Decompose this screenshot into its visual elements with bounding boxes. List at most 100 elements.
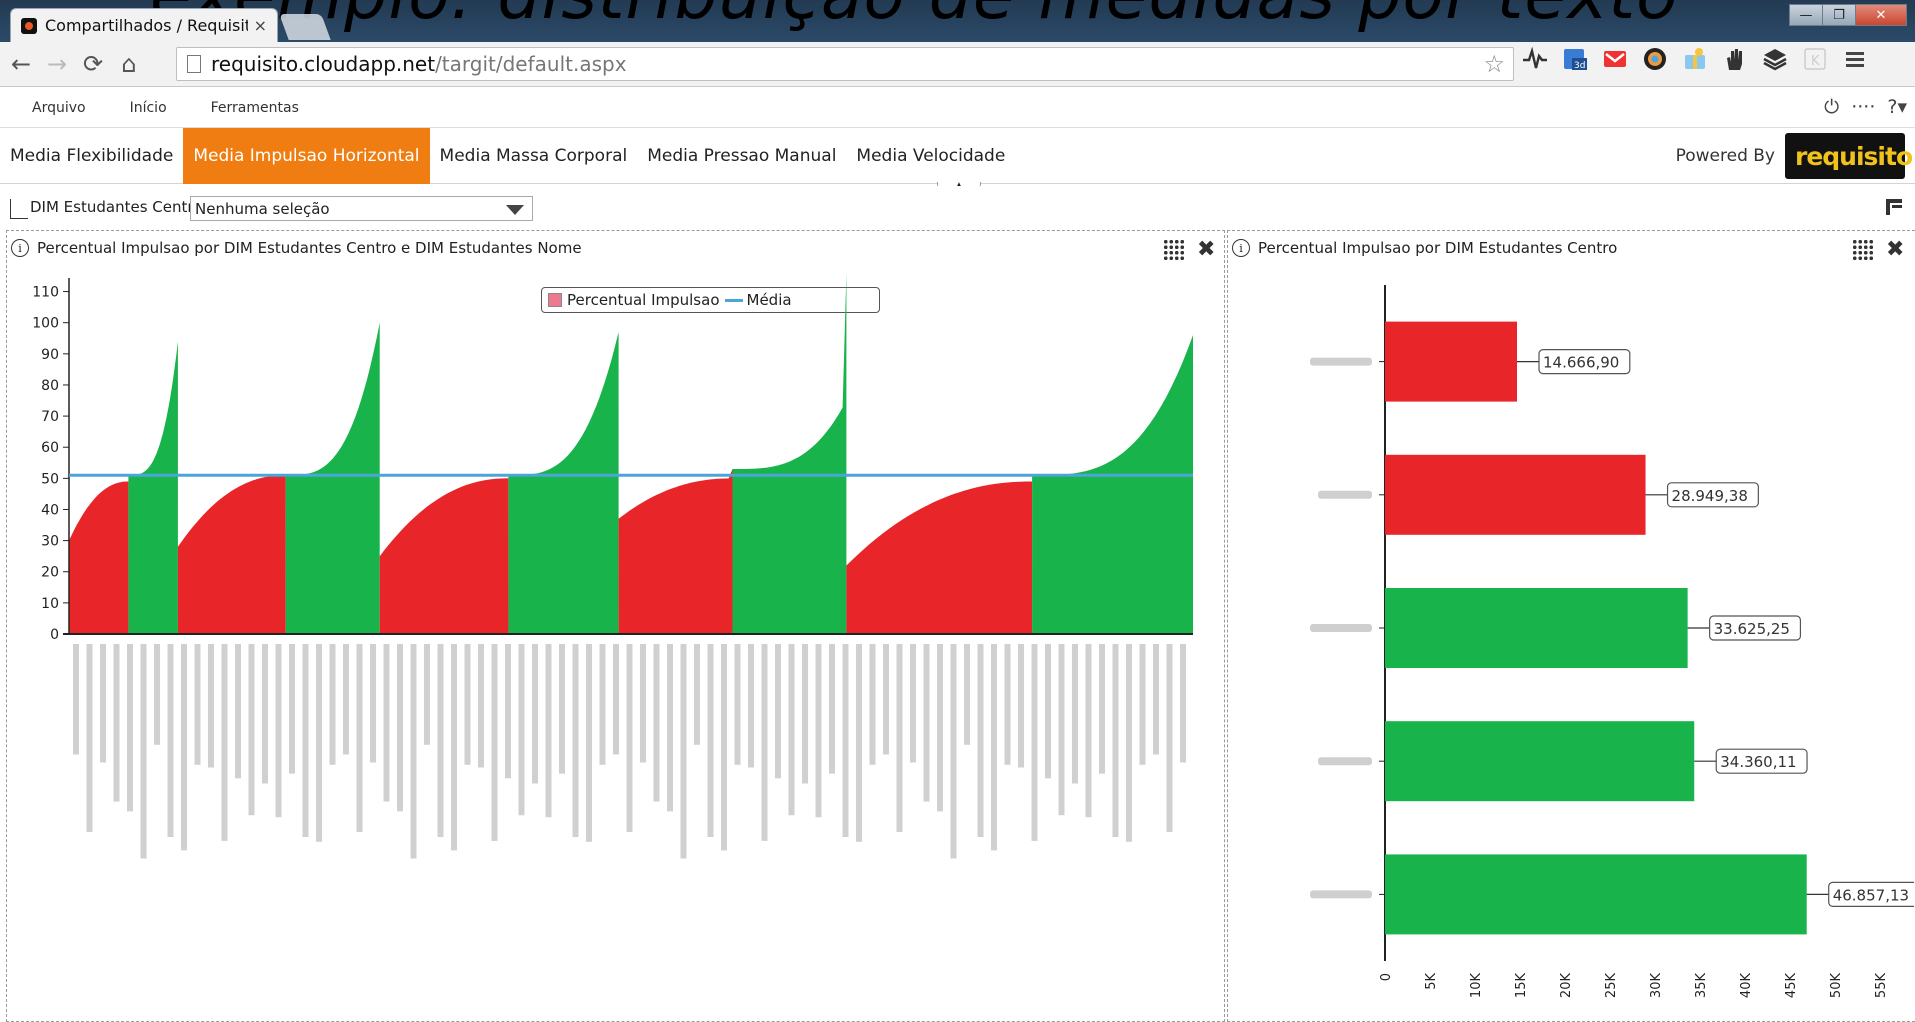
color-wheel-extension-icon[interactable]: [1642, 46, 1668, 72]
y-tick-label: 80: [41, 378, 59, 394]
area-segment-red: [379, 478, 509, 634]
minimize-button[interactable]: —: [1789, 4, 1823, 26]
blurred-x-label: [316, 644, 322, 842]
blurred-x-label: [1085, 644, 1092, 818]
area-segment-red: [846, 481, 1033, 634]
blurred-x-label: [1126, 644, 1132, 842]
close-window-button[interactable]: ✕: [1855, 4, 1907, 26]
blurred-x-label: [775, 644, 781, 779]
area-segment-red: [69, 481, 129, 634]
more-dots-icon[interactable]: ····: [1851, 96, 1875, 118]
blurred-x-label: [289, 644, 295, 774]
blurred-x-label: [451, 644, 457, 851]
tab-media-velocidade[interactable]: Media Velocidade: [846, 128, 1015, 184]
blurred-x-label: [1153, 644, 1159, 755]
tab-media-pressao-manual[interactable]: Media Pressao Manual: [637, 128, 846, 184]
blurred-x-label: [640, 644, 646, 763]
forward-arrow-icon[interactable]: →: [42, 50, 72, 78]
bookmark-star-icon[interactable]: ☆: [1483, 50, 1505, 78]
blurred-x-label: [113, 644, 120, 802]
chrome-menu-icon[interactable]: [1842, 46, 1868, 72]
tab-close-icon[interactable]: ×: [254, 16, 267, 35]
blurred-x-label: [100, 644, 106, 763]
new-tab-button[interactable]: [279, 14, 331, 40]
hand-extension-icon[interactable]: [1722, 46, 1748, 72]
blurred-x-label: [950, 644, 957, 859]
svg-text:3d: 3d: [1574, 61, 1585, 71]
blurred-x-label: [586, 644, 592, 842]
data-label: 14.666,90: [1543, 354, 1619, 372]
blurred-x-label: [235, 644, 241, 779]
blurred-x-label: [194, 644, 201, 765]
tab-media-massa-corporal[interactable]: Media Massa Corporal: [430, 128, 638, 184]
blurred-x-label: [356, 644, 363, 832]
power-icon[interactable]: ⏻: [1824, 96, 1839, 118]
blurred-x-label: [788, 644, 795, 816]
blurred-x-label: [1031, 644, 1038, 841]
tab-media-impulsao-horizontal[interactable]: Media Impulsao Horizontal: [183, 127, 430, 184]
left-chart-panel: i Percentual Impulsao por DIM Estudantes…: [6, 230, 1225, 1022]
browser-tab[interactable]: Compartilhados / Requisit ×: [10, 8, 278, 42]
menu-ferramentas[interactable]: Ferramentas: [211, 100, 299, 116]
powered-by-label: Powered By: [1675, 146, 1775, 166]
filter-dropdown[interactable]: Nenhuma seleção: [190, 196, 533, 221]
blurred-x-label: [883, 644, 889, 755]
x-tick-label: 55K: [1874, 973, 1889, 999]
blurred-x-label: [613, 644, 619, 755]
blurred-x-label: [572, 644, 579, 837]
area-chart: 0 10 20 30 40 50 60 70 80 90 100 110: [32, 272, 1193, 859]
window-titlebar: exemplo: distribuição de medidas por tex…: [0, 0, 1915, 42]
layers-extension-icon[interactable]: [1762, 46, 1788, 72]
home-icon[interactable]: ⌂: [114, 50, 144, 78]
blurred-x-label: [518, 644, 525, 816]
x-tick-label: 40K: [1739, 973, 1754, 999]
pin-icon[interactable]: [1883, 196, 1905, 218]
blurred-x-label: [140, 644, 147, 859]
blurred-category-label: [1310, 357, 1372, 366]
pulse-extension-icon[interactable]: [1522, 46, 1548, 72]
blurred-x-label: [761, 644, 768, 841]
blurred-x-label: [910, 644, 916, 763]
blurred-x-label: [208, 644, 214, 768]
blurred-x-label: [734, 644, 741, 765]
k-extension-icon[interactable]: K: [1802, 46, 1828, 72]
url-host: requisito.cloudapp.net: [211, 52, 436, 76]
blurred-x-label: [1180, 644, 1186, 763]
area-segment-green: [285, 322, 380, 634]
blurred-x-label: [181, 644, 187, 851]
blurred-x-label: [127, 644, 133, 812]
blurred-x-label: [937, 644, 943, 812]
y-tick-label: 60: [41, 440, 59, 456]
site-favicon-icon: [21, 17, 37, 34]
blurred-x-label: [1018, 644, 1024, 768]
tab-title: Compartilhados / Requisit: [45, 16, 248, 35]
menu-inicio[interactable]: Início: [130, 100, 167, 116]
back-arrow-icon[interactable]: ←: [6, 50, 36, 78]
blurred-x-label: [248, 644, 255, 816]
help-icon[interactable]: ?▾: [1887, 96, 1907, 118]
powered-by: Powered By requisito: [1675, 133, 1913, 179]
blurred-x-label: [802, 644, 808, 784]
reload-icon[interactable]: ⟳: [78, 50, 108, 78]
blurred-x-label: [694, 644, 700, 745]
address-bar[interactable]: requisito.cloudapp.net/targit/default.as…: [176, 47, 1514, 81]
blurred-x-label: [856, 644, 862, 842]
blurred-x-label: [842, 644, 849, 837]
x-tick-label: 50K: [1829, 973, 1844, 999]
maximize-button[interactable]: ❐: [1822, 4, 1856, 26]
blurred-x-label: [923, 644, 930, 802]
blurred-x-label: [397, 644, 403, 812]
chevron-down-icon[interactable]: [506, 205, 524, 215]
calendar-extension-icon[interactable]: 3d: [1562, 46, 1588, 72]
blurred-x-label: [275, 644, 282, 818]
gift-extension-icon[interactable]: [1682, 46, 1708, 72]
blurred-x-label: [1099, 644, 1105, 774]
tab-media-flexibilidade[interactable]: Media Flexibilidade: [0, 128, 183, 184]
blurred-x-label: [977, 644, 984, 837]
logo-text: requisito: [1795, 141, 1913, 171]
bar: [1385, 454, 1646, 535]
gmail-extension-icon[interactable]: [1602, 46, 1628, 72]
blurred-x-label: [302, 644, 309, 837]
blurred-x-label: [167, 644, 174, 837]
menu-arquivo[interactable]: Arquivo: [32, 100, 86, 116]
